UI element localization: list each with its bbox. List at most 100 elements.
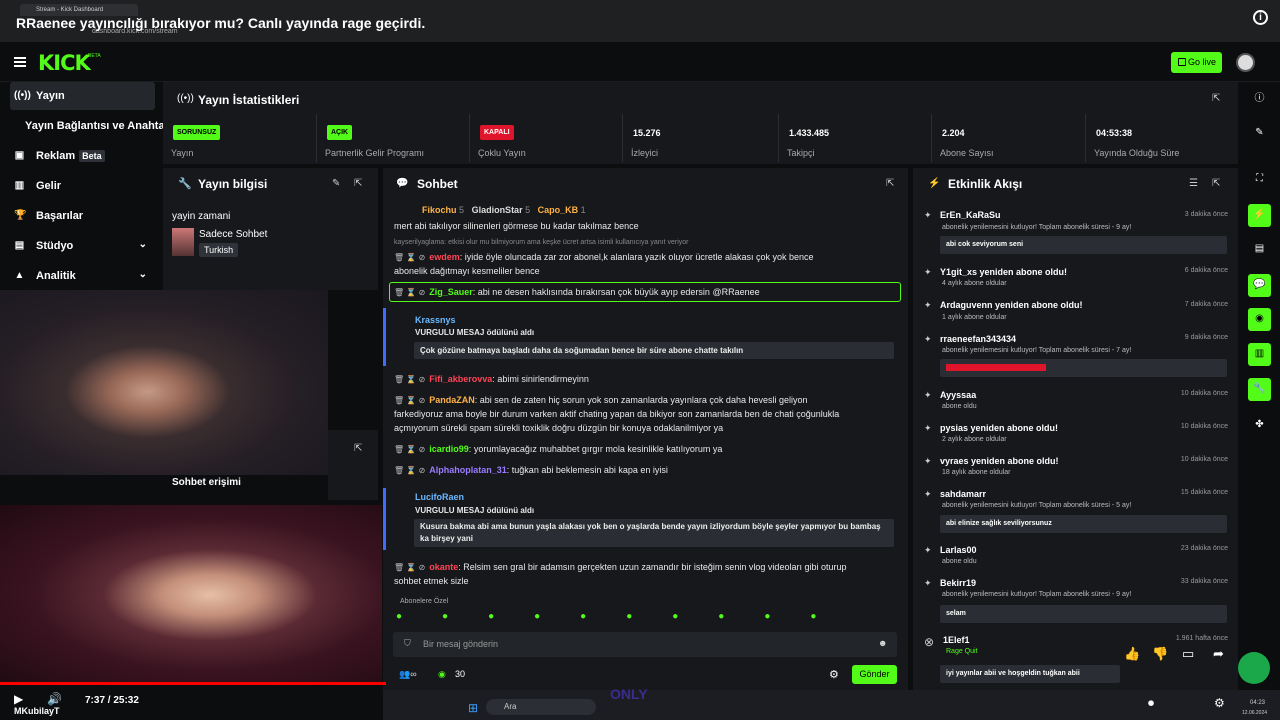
event-time: 7 dakika önce bbox=[1184, 301, 1228, 308]
info-icon[interactable]: i bbox=[1253, 10, 1268, 25]
chat-username[interactable]: Fifi_akberovva bbox=[429, 374, 492, 384]
user-avatar[interactable] bbox=[1236, 53, 1255, 72]
language-tag: Turkish bbox=[199, 243, 239, 257]
emoji-icon[interactable]: ☻ bbox=[878, 638, 887, 648]
notes-icon[interactable]: ▤ bbox=[1248, 238, 1271, 261]
users-icon[interactable]: 👥∞ bbox=[399, 669, 417, 680]
chat-username[interactable]: icardio99 bbox=[429, 444, 469, 454]
send-button[interactable]: Gönder bbox=[852, 665, 897, 684]
chat-username[interactable]: Zig_Sauer bbox=[429, 287, 473, 297]
highlight-message: Çok gözüne batmaya başladı daha da soğum… bbox=[414, 342, 894, 359]
emote-row[interactable]: ●●●●●●●●●● bbox=[396, 611, 896, 625]
settings-icon[interactable]: ⚙ bbox=[1214, 696, 1225, 710]
emote-section-label: Abonelere Özel bbox=[400, 598, 449, 605]
sidebar-item-label: Analitik bbox=[36, 270, 76, 282]
sidebar-item-gelir[interactable]: ▥ Gelir bbox=[10, 172, 155, 200]
gifter-count: 1 bbox=[580, 205, 586, 215]
star-icon: ✦ bbox=[924, 300, 932, 310]
sidebar-item-label: Yayın Bağlantısı ve Anahtarı bbox=[25, 120, 172, 132]
chat-message: mert abi takılıyor silinenleri görmese b… bbox=[394, 221, 639, 231]
event-time: 3 dakika önce bbox=[1184, 211, 1228, 218]
chat-bubble-icon[interactable]: 💬 bbox=[1248, 274, 1271, 297]
wrench-icon[interactable]: 🔧 bbox=[1248, 378, 1271, 401]
studio-icon: ▤ bbox=[14, 240, 25, 251]
sidebar-item-label: Reklam bbox=[36, 150, 76, 162]
popout-icon[interactable]: ⇱ bbox=[1212, 93, 1220, 104]
category-name[interactable]: Sadece Sohbet bbox=[199, 229, 267, 240]
popout-icon[interactable]: ⇱ bbox=[1212, 178, 1220, 189]
taskbar-search[interactable]: Ara bbox=[486, 699, 596, 715]
play-icon[interactable]: ▶ bbox=[14, 692, 23, 706]
gifter-count: 5 bbox=[459, 205, 465, 215]
sidebar-item-basarilar[interactable]: 🏆 Başarılar bbox=[10, 202, 155, 230]
windows-start-icon[interactable]: ⊞ bbox=[468, 701, 478, 715]
chat-username[interactable]: Krassnys bbox=[415, 315, 456, 325]
chat-username[interactable]: Alphahoplatan_31 bbox=[429, 465, 507, 475]
event-detail: abone oldu bbox=[942, 558, 977, 565]
hamburger-menu-icon[interactable] bbox=[14, 57, 26, 67]
highlight-user: Krassnys bbox=[415, 315, 456, 325]
comment-icon[interactable]: ▭ bbox=[1182, 646, 1194, 662]
mod-tools-icon[interactable]: 🗑 ⌛ ⊘ bbox=[394, 466, 425, 475]
channel-logo[interactable] bbox=[1238, 652, 1270, 684]
sidebar-item-stream-key[interactable]: Yayın Bağlantısı ve Anahtarı bbox=[10, 112, 172, 140]
chat-username[interactable]: ewdem bbox=[429, 252, 460, 262]
like-icon[interactable]: 👍 bbox=[1124, 646, 1140, 662]
sidebar-item-studyo[interactable]: ▤ Stüdyo ⌄ bbox=[10, 232, 155, 260]
toggle-icon[interactable]: ⏺ bbox=[1148, 696, 1154, 711]
chat-text: Relsim sen gral bir adamsın gerçekten uz… bbox=[463, 562, 847, 572]
highlight-user: LucifoRaen bbox=[415, 492, 464, 502]
edit-icon[interactable]: ✎ bbox=[1248, 122, 1271, 145]
channel-name[interactable]: MKubilayT bbox=[14, 706, 60, 716]
share-icon[interactable]: ➦ bbox=[1213, 646, 1224, 662]
mod-tools-icon[interactable]: 🗑 ⌛ ⊘ bbox=[394, 375, 425, 384]
stat-multistream: KAPALI Çoklu Yayın bbox=[469, 114, 621, 162]
dislike-icon[interactable]: 👎 bbox=[1152, 646, 1168, 662]
broadcast-icon[interactable]: ◉ bbox=[1248, 308, 1271, 331]
chat-text: iyide öyle oluncada zar zor abonel,k ala… bbox=[464, 252, 814, 262]
mod-tools-icon[interactable]: 🗑 ⌛ ⊘ bbox=[394, 396, 425, 405]
mod-tools-icon[interactable]: 🗑 ⌛ ⊘ bbox=[394, 563, 425, 572]
stat-label: İzleyici bbox=[631, 148, 659, 158]
filter-icon[interactable]: ☰ bbox=[1189, 178, 1198, 189]
expand-icon[interactable]: ⛶ bbox=[1248, 168, 1271, 191]
go-live-label: Go live bbox=[1188, 57, 1217, 67]
stat-stream-status: SORUNSUZ Yayın bbox=[163, 114, 315, 162]
kick-logo[interactable]: KICK bbox=[38, 51, 91, 75]
event-detail: abonelik yenilemesini kutluyor! Toplam a… bbox=[942, 502, 1132, 509]
chat-username[interactable]: okante bbox=[429, 562, 458, 572]
taskbar-search-label: Ara bbox=[504, 702, 517, 711]
mod-tools-icon[interactable]: 🗑 ⌛ ⊘ bbox=[394, 288, 425, 297]
chat-username[interactable]: PandaZAN bbox=[429, 395, 475, 405]
volume-icon[interactable]: 🔊 bbox=[47, 692, 62, 706]
gifter-name[interactable]: GladionStar bbox=[472, 205, 523, 215]
event-message: iyi yayınlar abii ve hoşgeldin tuğkan ab… bbox=[940, 665, 1120, 683]
sidebar-item-reklam[interactable]: ▣ Reklam Beta bbox=[10, 142, 155, 170]
gifter-name[interactable]: Fikochu bbox=[422, 205, 457, 215]
popout-icon[interactable]: ⇱ bbox=[354, 443, 362, 454]
help-icon[interactable]: ⓘ bbox=[1248, 88, 1271, 111]
edit-icon[interactable]: ✎ bbox=[332, 178, 340, 189]
gifter-name[interactable]: Capo_KB bbox=[538, 205, 579, 215]
logo-beta-badge: BETA bbox=[88, 53, 101, 59]
printer-icon[interactable]: ▥ bbox=[1248, 343, 1271, 366]
chat-title: Sohbet bbox=[417, 177, 458, 191]
popout-icon[interactable]: ⇱ bbox=[354, 178, 362, 189]
chevron-down-icon: ⌄ bbox=[138, 239, 147, 250]
apps-icon[interactable]: ✤ bbox=[1248, 414, 1271, 437]
gear-icon[interactable]: ⚙ bbox=[829, 668, 839, 681]
chart-icon: ▥ bbox=[14, 180, 25, 191]
event-message bbox=[940, 359, 1227, 377]
event-message: abi cok seviyorum seni bbox=[940, 236, 1227, 254]
mod-tools-icon[interactable]: 🗑 ⌛ ⊘ bbox=[394, 253, 425, 262]
shield-icon: ⛉ bbox=[404, 638, 411, 648]
event-time: 1.961 hafta önce bbox=[1175, 635, 1228, 642]
sidebar-item-yayin[interactable]: ((•)) Yayın bbox=[10, 82, 155, 110]
event-name: Ayyssaa bbox=[940, 390, 977, 400]
mod-tools-icon[interactable]: 🗑 ⌛ ⊘ bbox=[394, 445, 425, 454]
popout-icon[interactable]: ⇱ bbox=[886, 178, 894, 189]
chat-username[interactable]: LucifoRaen bbox=[415, 492, 464, 502]
lightning-icon[interactable]: ⚡ bbox=[1248, 204, 1271, 227]
sidebar-item-analitik[interactable]: ▲ Analitik ⌄ bbox=[10, 262, 155, 290]
broadcast-icon: ((•)) bbox=[14, 90, 31, 101]
